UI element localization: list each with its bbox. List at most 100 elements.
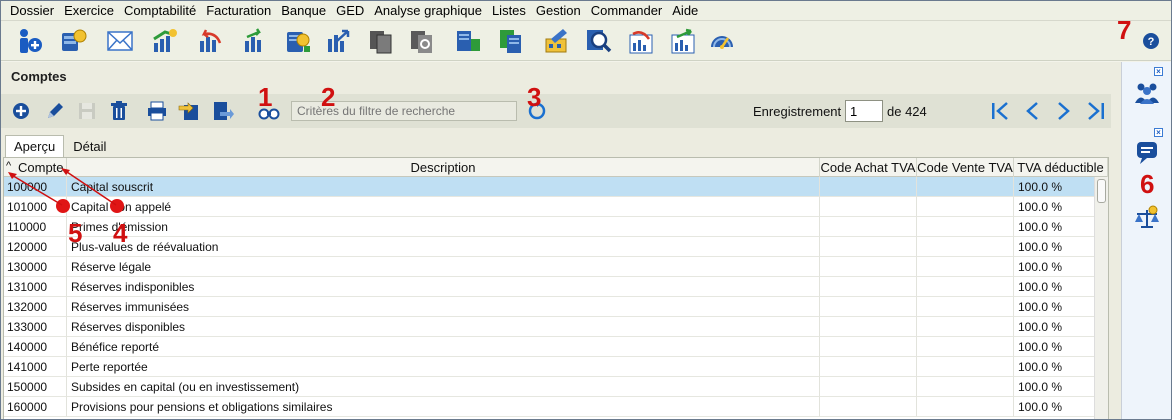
cell-description: Bénéfice reporté — [67, 337, 820, 357]
coin-chart-icon[interactable] — [284, 27, 312, 55]
balance-coin-icon[interactable] — [1130, 200, 1164, 236]
table-row[interactable]: 110000 Primes d'émission 100.0 % — [4, 217, 1108, 237]
main-toolbar: ? — [1, 21, 1171, 61]
copy-docs-icon[interactable] — [367, 27, 395, 55]
export-doc-icon[interactable] — [211, 99, 235, 123]
chart-forward-2-icon[interactable] — [669, 27, 697, 55]
save-icon[interactable] — [75, 99, 99, 123]
cell-code-vente-tva — [917, 197, 1014, 217]
menu-facturation[interactable]: Facturation — [201, 3, 276, 18]
cell-code-vente-tva — [917, 337, 1014, 357]
menu-exercice[interactable]: Exercice — [59, 3, 119, 18]
cell-description: Capital souscrit — [67, 177, 820, 197]
column-header-code-vente-tva[interactable]: Code Vente TVA — [917, 158, 1014, 177]
cell-description: Primes d'émission — [67, 217, 820, 237]
table-row[interactable]: 101000Capital non appelé100.0 % — [4, 197, 1108, 217]
tab-apercu[interactable]: Aperçu — [5, 135, 65, 157]
annotation-6: 6 — [1140, 169, 1155, 199]
delete-icon[interactable] — [107, 99, 131, 123]
cell-code-achat-tva — [820, 337, 917, 357]
next-record-icon[interactable] — [1051, 99, 1077, 123]
sort-asc-icon: ^ — [6, 160, 12, 172]
cell-code-vente-tva — [917, 257, 1014, 277]
menu-banque[interactable]: Banque — [276, 3, 331, 18]
menu-gestion[interactable]: Gestion — [531, 3, 586, 18]
cell-code-achat-tva — [820, 357, 917, 377]
coin-share-icon[interactable] — [325, 27, 353, 55]
table-row[interactable]: 130000 Réserve légale 100.0 % — [4, 257, 1108, 277]
cell-compte: 110000 — [4, 217, 67, 237]
help-icon[interactable]: ? — [1137, 27, 1165, 55]
cell-compte: 131000 — [4, 277, 67, 297]
column-header-code-achat-tva[interactable]: Code Achat TVA — [820, 158, 917, 177]
gear-doc-icon[interactable] — [408, 27, 436, 55]
menu-comptabilite[interactable]: Comptabilité — [119, 3, 201, 18]
chart-forward-icon[interactable] — [241, 27, 269, 55]
record-label: Enregistrement — [753, 104, 842, 119]
table-row[interactable]: 120000 Plus-values de réévaluation 100.0 % — [4, 237, 1108, 257]
cell-code-vente-tva — [917, 377, 1014, 397]
cell-code-achat-tva — [820, 177, 917, 197]
annotation-4-marker — [110, 199, 124, 213]
table-row[interactable]: 160000 Provisions pour pensions et obliga… — [4, 397, 1108, 417]
cell-description: Perte reportée — [67, 357, 820, 377]
cell-compte: 120000 — [4, 237, 67, 257]
cell-description: Réserve légale — [67, 257, 820, 277]
table-row[interactable]: 140000 Bénéfice reporté 100.0 % — [4, 337, 1108, 357]
add-icon[interactable] — [9, 99, 33, 123]
add-info-icon[interactable] — [15, 27, 43, 55]
cell-description: Subsides en capital (ou en investissemen… — [67, 377, 820, 397]
pencil-box-icon[interactable] — [543, 27, 571, 55]
annotation-2: 2 — [321, 82, 336, 112]
vertical-scrollbar[interactable] — [1094, 177, 1108, 419]
table-row[interactable]: 100000 Capital souscrit 100.0 % — [4, 177, 1108, 197]
chart-undo-2-icon[interactable] — [627, 27, 655, 55]
users-icon[interactable] — [1130, 74, 1164, 110]
column-header-tva-deductible[interactable]: TVA déductible — [1014, 158, 1108, 177]
cell-code-achat-tva — [820, 197, 917, 217]
coins-icon[interactable] — [60, 27, 88, 55]
annotation-3: 3 — [527, 82, 542, 112]
menu-aide[interactable]: Aide — [667, 3, 703, 18]
cell-code-vente-tva — [917, 237, 1014, 257]
last-record-icon[interactable] — [1083, 99, 1109, 123]
cell-description: Capital non appelé — [67, 197, 820, 217]
record-number-input[interactable] — [845, 100, 883, 122]
menu-analyse-graphique[interactable]: Analyse graphique — [369, 3, 487, 18]
record-count: de 424 — [887, 104, 927, 119]
docs-chart-icon[interactable] — [498, 27, 526, 55]
chat-icon[interactable] — [1130, 134, 1164, 170]
column-header-compte[interactable]: ^ Compte — [4, 158, 67, 177]
menu-commander[interactable]: Commander — [586, 3, 668, 18]
table-row[interactable]: 131000 Réserves indisponibles 100.0 % — [4, 277, 1108, 297]
chart-undo-icon[interactable] — [196, 27, 224, 55]
print-icon[interactable] — [145, 99, 169, 123]
search-doc-icon[interactable] — [585, 27, 613, 55]
cell-code-achat-tva — [820, 377, 917, 397]
annotation-5: 5 — [68, 218, 83, 248]
edit-icon[interactable] — [43, 99, 67, 123]
cell-code-vente-tva — [917, 357, 1014, 377]
envelope-icon[interactable] — [106, 27, 134, 55]
table-row[interactable]: 150000 Subsides en capital (ou en investi… — [4, 377, 1108, 397]
cell-description: Réserves disponibles — [67, 317, 820, 337]
doc-chart-icon[interactable] — [454, 27, 482, 55]
menu-ged[interactable]: GED — [331, 3, 369, 18]
column-header-description[interactable]: Description — [67, 158, 820, 177]
table-row[interactable]: 141000 Perte reportée 100.0 % — [4, 357, 1108, 377]
first-record-icon[interactable] — [987, 99, 1013, 123]
scrollbar-thumb[interactable] — [1097, 179, 1106, 203]
table-row[interactable]: 132000 Réserves immunisées 100.0 % — [4, 297, 1108, 317]
table-row[interactable]: 133000 Réserves disponibles 100.0 % — [4, 317, 1108, 337]
cell-code-achat-tva — [820, 317, 917, 337]
chart-money-icon[interactable] — [151, 27, 179, 55]
tab-detail[interactable]: Détail — [64, 135, 115, 157]
cell-description: Réserves immunisées — [67, 297, 820, 317]
menu-listes[interactable]: Listes — [487, 3, 531, 18]
export-icon[interactable] — [177, 99, 201, 123]
menu-dossier[interactable]: Dossier — [5, 3, 59, 18]
cell-description: Plus-values de réévaluation — [67, 237, 820, 257]
gauge-icon[interactable] — [708, 27, 736, 55]
cell-compte: 140000 — [4, 337, 67, 357]
previous-record-icon[interactable] — [1019, 99, 1045, 123]
